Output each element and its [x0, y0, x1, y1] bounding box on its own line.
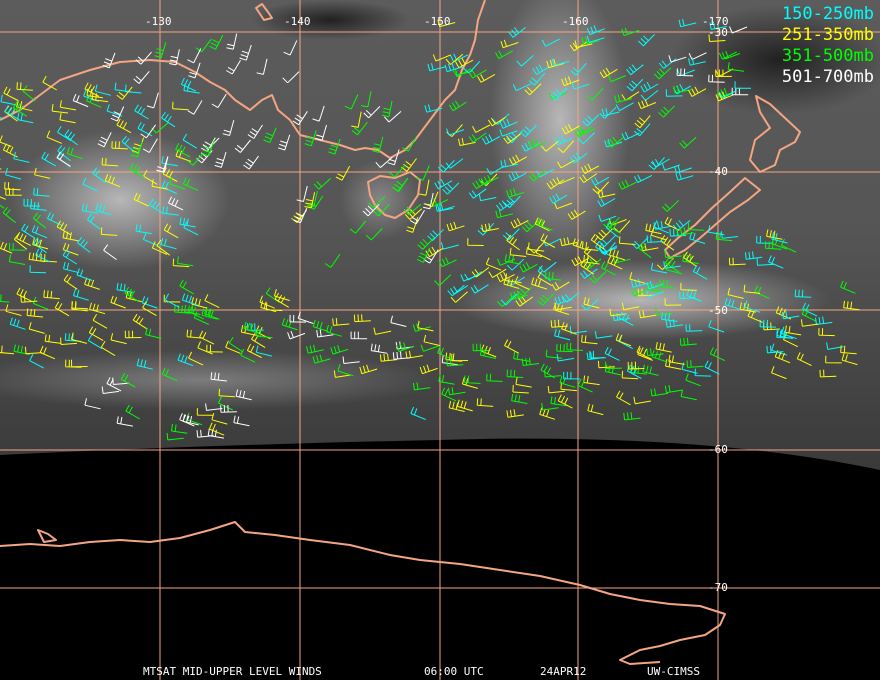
- pressure-level-legend: 150-250mb 251-350mb 351-500mb 501-700mb: [782, 4, 874, 88]
- lon-label-150: -150: [424, 15, 451, 28]
- footer-source: UW-CIMSS: [647, 665, 700, 678]
- footer-date: 24APR12: [540, 665, 587, 678]
- legend-item-150-250: 150-250mb: [781, 4, 874, 24]
- lat-label-30: -30: [708, 26, 728, 39]
- footer-time: 06:00 UTC: [424, 665, 484, 678]
- footer-product: MTSAT MID-UPPER LEVEL WINDS: [143, 665, 322, 678]
- image-footer: MTSAT MID-UPPER LEVEL WINDS 06:00 UTC 24…: [0, 600, 880, 678]
- lat-label-60: -60: [708, 443, 728, 456]
- map-canvas: [0, 0, 880, 680]
- lat-label-50: -50: [708, 304, 728, 317]
- lon-label-140: -140: [284, 15, 311, 28]
- lon-label-160: -160: [562, 15, 589, 28]
- legend-item-501-700: 501-700mb: [781, 67, 874, 87]
- satellite-map-view: -130 -140 -150 -160 -170 -30 -40 -50 -60…: [0, 0, 880, 680]
- legend-item-351-500: 351-500mb: [781, 46, 874, 66]
- lat-label-40: -40: [708, 165, 728, 178]
- lon-label-130: -130: [145, 15, 172, 28]
- legend-item-251-350: 251-350mb: [781, 25, 874, 45]
- lat-label-70: -70: [708, 581, 728, 594]
